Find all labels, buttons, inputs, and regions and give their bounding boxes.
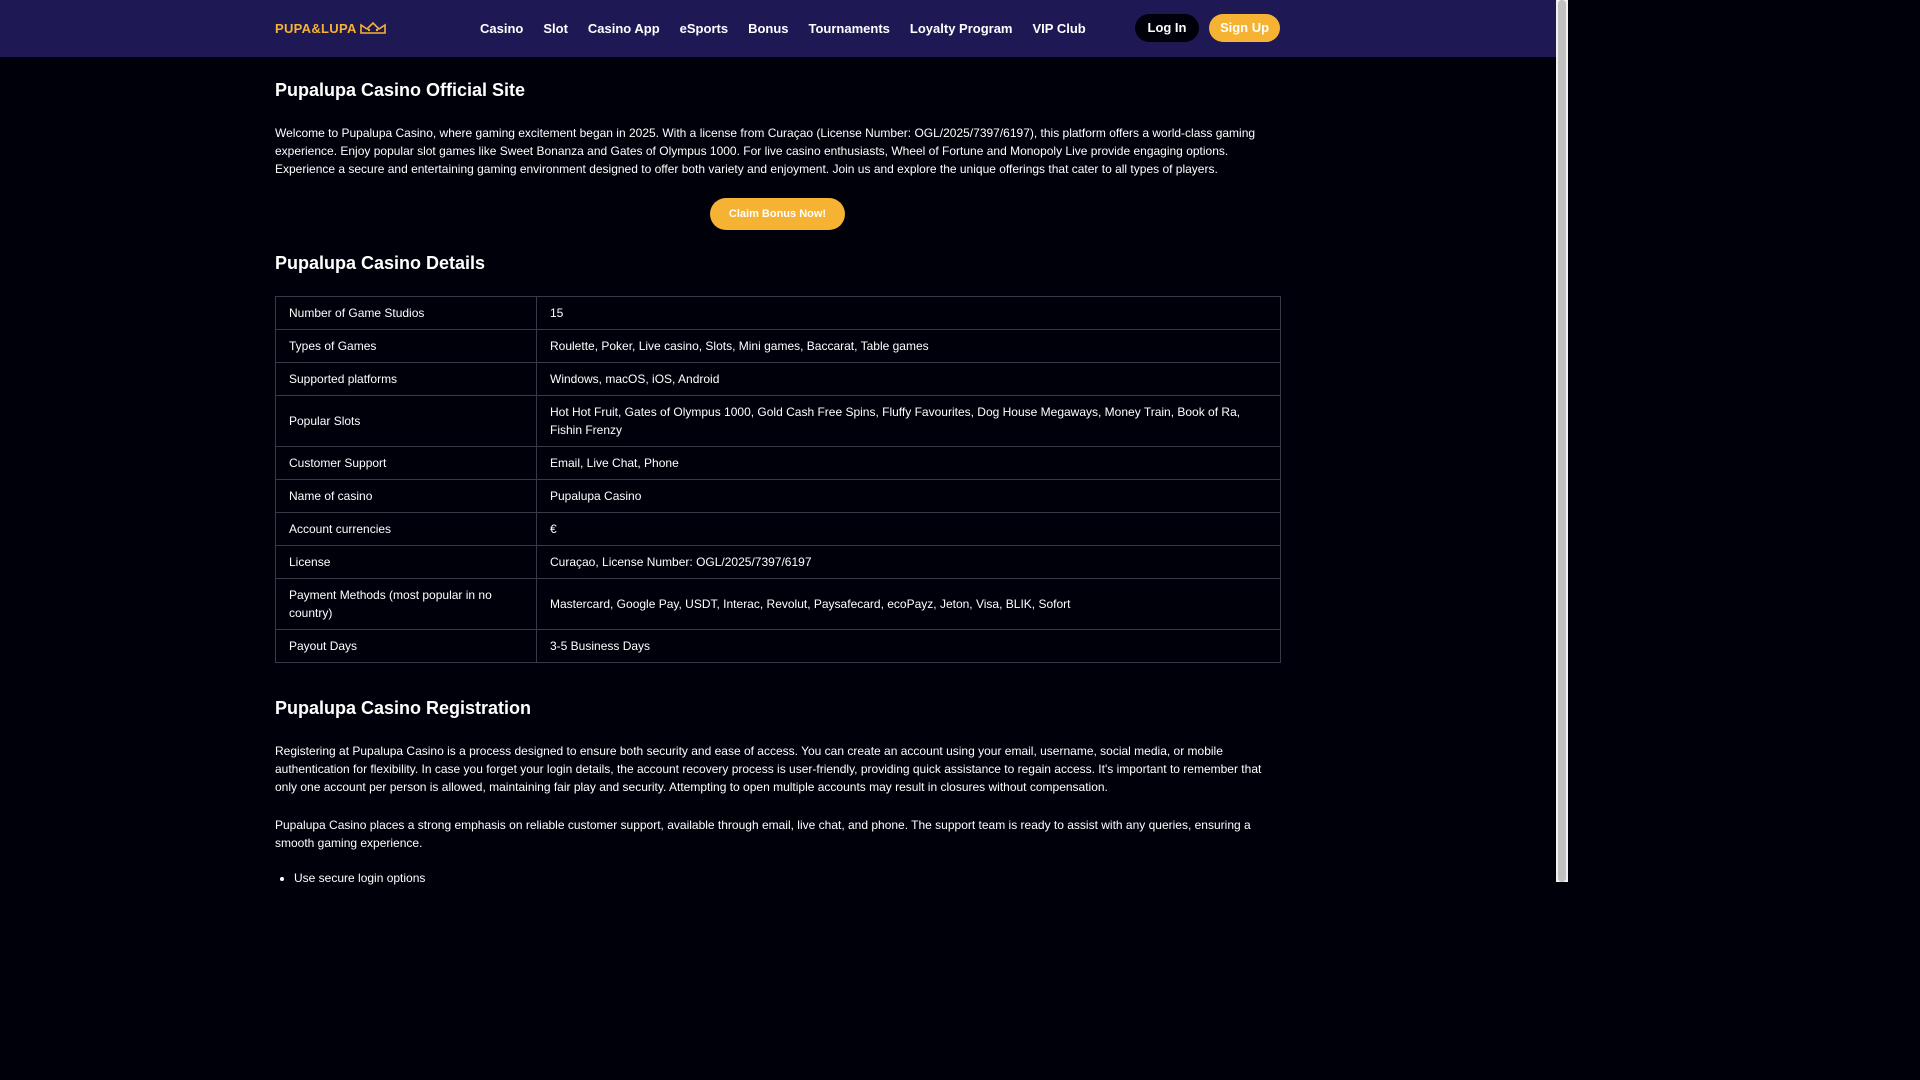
nav-casino[interactable]: Casino bbox=[470, 0, 533, 57]
table-row: Number of Game Studios 15 bbox=[275, 296, 1281, 330]
table-row: License Curaçao, License Number: OGL/2025… bbox=[275, 545, 1281, 579]
tips-list: Use secure login options bbox=[275, 871, 425, 885]
table-row: Payout Days 3-5 Business Days bbox=[275, 629, 1281, 663]
claim-bonus-button[interactable]: Claim Bonus Now! bbox=[710, 198, 845, 230]
table-value: Roulette, Poker, Live casino, Slots, Min… bbox=[536, 329, 1281, 363]
site-logo[interactable]: PUPA&LUPA bbox=[275, 19, 386, 37]
table-key: Account currencies bbox=[275, 512, 537, 546]
table-value: 3-5 Business Days bbox=[536, 629, 1281, 663]
table-key: Supported platforms bbox=[275, 362, 537, 396]
nav-slot[interactable]: Slot bbox=[533, 0, 578, 57]
registration-paragraph: Registering at Pupalupa Casino is a proc… bbox=[275, 744, 1262, 794]
nav-vip-club[interactable]: VIP Club bbox=[1023, 0, 1096, 57]
crown-logo-icon bbox=[359, 22, 386, 34]
table-value: Hot Hot Fruit, Gates of Olympus 1000, Go… bbox=[536, 395, 1281, 447]
login-button[interactable]: Log In bbox=[1135, 14, 1199, 42]
table-value: Pupalupa Casino bbox=[536, 479, 1281, 513]
intro-paragraph: Welcome to Pupalupa Casino, where gaming… bbox=[275, 126, 1256, 176]
details-heading: Pupalupa Casino Details bbox=[275, 253, 486, 273]
table-value: Windows, macOS, iOS, Android bbox=[536, 362, 1281, 396]
table-row: Supported platforms Windows, macOS, iOS, … bbox=[275, 362, 1281, 396]
table-key: Popular Slots bbox=[275, 395, 537, 447]
table-value: 15 bbox=[536, 296, 1281, 330]
table-value: Mastercard, Google Pay, USDT, Interac, R… bbox=[536, 578, 1281, 630]
scrollbar-thumb[interactable] bbox=[1558, 0, 1566, 882]
site-header: PUPA&LUPA Casino Slot Casino App eSports… bbox=[0, 0, 1556, 57]
nav-loyalty-program[interactable]: Loyalty Program bbox=[900, 0, 1023, 57]
list-item: Use secure login options bbox=[294, 871, 425, 885]
details-table: Number of Game Studios 15 Types of Games R… bbox=[275, 296, 1281, 663]
table-value: Email, Live Chat, Phone bbox=[536, 446, 1281, 480]
table-key: Number of Game Studios bbox=[275, 296, 537, 330]
table-row: Payment Methods (most popular in no coun… bbox=[275, 578, 1281, 630]
signup-button[interactable]: Sign Up bbox=[1209, 14, 1280, 42]
main-nav: Casino Slot Casino App eSports Bonus Tou… bbox=[470, 0, 1096, 57]
nav-tournaments[interactable]: Tournaments bbox=[799, 0, 900, 57]
table-key: Payment Methods (most popular in no coun… bbox=[275, 578, 537, 630]
logo-text: PUPA&LUPA bbox=[275, 20, 357, 36]
table-row: Name of casino Pupalupa Casino bbox=[275, 479, 1281, 513]
page-title: Pupalupa Casino Official Site bbox=[275, 80, 526, 100]
table-key: Customer Support bbox=[275, 446, 537, 480]
table-value: € bbox=[536, 512, 1281, 546]
table-key: Name of casino bbox=[275, 479, 537, 513]
support-paragraph: Pupalupa Casino places a strong emphasis… bbox=[275, 818, 1251, 850]
page-scrollbar[interactable] bbox=[1556, 0, 1568, 882]
nav-bonus[interactable]: Bonus bbox=[738, 0, 798, 57]
table-row: Account currencies € bbox=[275, 512, 1281, 546]
table-row: Popular Slots Hot Hot Fruit, Gates of Oly… bbox=[275, 395, 1281, 447]
table-key: Payout Days bbox=[275, 629, 537, 663]
registration-heading: Pupalupa Casino Registration bbox=[275, 698, 532, 718]
nav-casino-app[interactable]: Casino App bbox=[578, 0, 670, 57]
table-row: Types of Games Roulette, Poker, Live casi… bbox=[275, 329, 1281, 363]
table-row: Customer Support Email, Live Chat, Phone bbox=[275, 446, 1281, 480]
table-key: Types of Games bbox=[275, 329, 537, 363]
table-value: Curaçao, License Number: OGL/2025/7397/6… bbox=[536, 545, 1281, 579]
table-key: License bbox=[275, 545, 537, 579]
nav-esports[interactable]: eSports bbox=[670, 0, 738, 57]
